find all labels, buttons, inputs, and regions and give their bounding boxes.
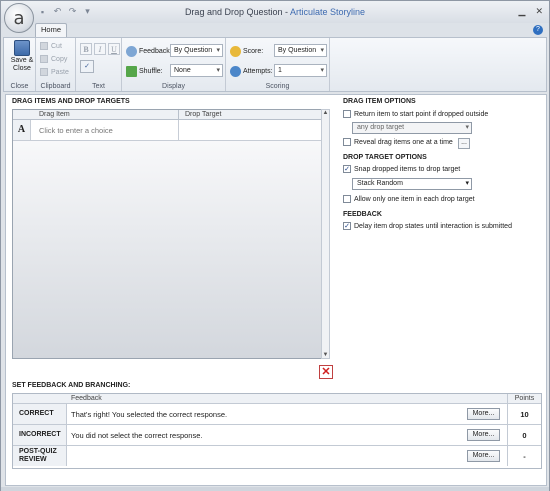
points-field[interactable]: 0 bbox=[508, 431, 541, 440]
group-label-close: Close bbox=[10, 83, 29, 90]
feedback-row: Feedback: bbox=[126, 46, 172, 57]
question-editor: DRAG ITEMS AND DROP TARGETS Drag Item Dr… bbox=[5, 94, 547, 486]
delete-choice-button[interactable]: ✕ bbox=[319, 365, 333, 379]
feedback-icon bbox=[126, 46, 137, 57]
feedback-row-correct: CORRECT That's right! You selected the c… bbox=[13, 404, 541, 425]
ribbon-tab-bar bbox=[1, 23, 549, 37]
paste-icon bbox=[40, 68, 48, 76]
group-label-scoring: Scoring bbox=[265, 83, 290, 90]
row-letter: A bbox=[13, 120, 31, 140]
save-close-icon bbox=[14, 40, 30, 56]
window-controls: ▁ ✕ bbox=[519, 6, 543, 17]
status-bar bbox=[1, 487, 549, 491]
choice-input[interactable]: Click to enter a choice bbox=[39, 126, 113, 135]
group-display: Feedback: By Question Shuffle: None Disp… bbox=[122, 38, 226, 91]
delay-option[interactable]: ✓ Delay item drop states until interactio… bbox=[343, 222, 512, 230]
group-text: B I U ✓ Text bbox=[76, 38, 122, 91]
return-item-checkbox[interactable] bbox=[343, 110, 351, 118]
drag-item-options-title: DRAG ITEM OPTIONS bbox=[343, 98, 416, 105]
score-dropdown[interactable]: By Question bbox=[274, 44, 327, 57]
feedback-text-field[interactable]: That's right! You selected the correct r… bbox=[71, 410, 227, 419]
col-drop-target: Drop Target bbox=[185, 111, 222, 118]
feedback-dropdown[interactable]: By Question bbox=[170, 44, 223, 57]
feedback-section-title: SET FEEDBACK AND BRANCHING: bbox=[12, 382, 131, 389]
articulate-logo-icon: a bbox=[13, 7, 25, 29]
snap-mode-dropdown[interactable]: Stack Random bbox=[352, 178, 472, 190]
cut-button[interactable]: Cut bbox=[40, 42, 62, 50]
feedback-options-title: FEEDBACK bbox=[343, 211, 382, 218]
reveal-items-checkbox[interactable] bbox=[343, 138, 351, 146]
score-row: Score: bbox=[230, 46, 263, 57]
scissors-icon bbox=[40, 42, 48, 50]
col-feedback: Feedback bbox=[71, 395, 102, 402]
copy-icon bbox=[40, 55, 48, 63]
group-label-clipboard: Clipboard bbox=[40, 83, 71, 90]
more-button[interactable]: More... bbox=[467, 450, 500, 462]
reveal-settings-button[interactable]: ... bbox=[458, 138, 470, 149]
feedback-text-field[interactable]: You did not select the correct response. bbox=[71, 431, 202, 440]
italic-button[interactable]: I bbox=[94, 43, 106, 55]
feedback-table: Feedback Points CORRECT That's right! Yo… bbox=[12, 393, 542, 469]
editor-window: ▪ ↶ ↷ ▾ Drag and Drop Question - Articul… bbox=[0, 0, 550, 491]
title-bar: ▪ ↶ ↷ ▾ Drag and Drop Question - Articul… bbox=[1, 1, 549, 23]
return-target-dropdown[interactable]: any drop target bbox=[352, 122, 472, 134]
app-menu-button[interactable]: a bbox=[4, 3, 34, 33]
feedback-row-label: CORRECT bbox=[13, 404, 67, 424]
more-button[interactable]: More... bbox=[467, 429, 500, 441]
drag-section-title: DRAG ITEMS AND DROP TARGETS bbox=[12, 98, 130, 105]
window-title: Drag and Drop Question - Articulate Stor… bbox=[184, 7, 366, 17]
shuffle-icon bbox=[126, 66, 137, 77]
drop-target-options-title: DROP TARGET OPTIONS bbox=[343, 154, 427, 161]
allow-one-option[interactable]: Allow only one item in each drop target bbox=[343, 195, 475, 203]
group-label-text: Text bbox=[92, 83, 105, 90]
underline-button[interactable]: U bbox=[108, 43, 120, 55]
feedback-row-label: POST-QUIZ REVIEW bbox=[13, 446, 67, 466]
close-icon[interactable]: ✕ bbox=[535, 6, 543, 17]
table-row[interactable]: A Click to enter a choice bbox=[13, 120, 326, 141]
delay-checkbox[interactable]: ✓ bbox=[343, 222, 351, 230]
return-item-option[interactable]: Return item to start point if dropped ou… bbox=[343, 110, 488, 118]
feedback-row-incorrect: INCORRECT You did not select the correct… bbox=[13, 425, 541, 446]
drag-table-header: Drag Item Drop Target bbox=[13, 110, 326, 120]
col-drag-item: Drag Item bbox=[39, 111, 70, 118]
group-label-display: Display bbox=[162, 83, 185, 90]
shuffle-dropdown[interactable]: None bbox=[170, 64, 223, 77]
feedback-row-label: INCORRECT bbox=[13, 425, 67, 445]
feedback-row-post-quiz: POST-QUIZ REVIEW More... - bbox=[13, 446, 541, 467]
group-clipboard: Cut Copy Paste Clipboard bbox=[36, 38, 76, 91]
attempts-dropdown[interactable]: 1 bbox=[274, 64, 327, 77]
snap-option[interactable]: ✓ Snap dropped items to drop target bbox=[343, 165, 460, 173]
drag-table-scrollbar[interactable]: ▲ ▼ bbox=[321, 109, 330, 359]
group-close: Save & Close Close bbox=[4, 38, 36, 91]
reveal-items-option[interactable]: Reveal drag items one at a time bbox=[343, 138, 453, 146]
shuffle-row: Shuffle: bbox=[126, 66, 163, 77]
help-icon[interactable]: ? bbox=[533, 25, 543, 35]
points-field[interactable]: - bbox=[508, 452, 541, 461]
scroll-down-icon[interactable]: ▼ bbox=[322, 352, 329, 358]
star-icon bbox=[230, 46, 241, 57]
snap-checkbox[interactable]: ✓ bbox=[343, 165, 351, 173]
bold-button[interactable]: B bbox=[80, 43, 92, 55]
copy-button[interactable]: Copy bbox=[40, 55, 67, 63]
points-field[interactable]: 10 bbox=[508, 410, 541, 419]
feedback-table-header: Feedback Points bbox=[13, 394, 541, 404]
attempts-row: Attempts: bbox=[230, 66, 273, 77]
attempts-icon bbox=[230, 66, 241, 77]
minimize-icon[interactable]: ▁ bbox=[519, 6, 526, 17]
more-button[interactable]: More... bbox=[467, 408, 500, 420]
allow-one-checkbox[interactable] bbox=[343, 195, 351, 203]
tab-home[interactable]: Home bbox=[35, 23, 67, 37]
scroll-up-icon[interactable]: ▲ bbox=[322, 110, 329, 116]
col-points: Points bbox=[514, 395, 535, 402]
group-scoring: Score: By Question Attempts: 1 Scoring bbox=[226, 38, 330, 91]
ribbon: Save & Close Close Cut Copy Paste Clipbo… bbox=[3, 37, 547, 92]
paste-button[interactable]: Paste bbox=[40, 68, 69, 76]
spell-check-icon[interactable]: ✓ bbox=[80, 60, 94, 73]
drag-items-table: Drag Item Drop Target A Click to enter a… bbox=[12, 109, 326, 359]
save-close-button[interactable]: Save & Close bbox=[8, 40, 36, 73]
